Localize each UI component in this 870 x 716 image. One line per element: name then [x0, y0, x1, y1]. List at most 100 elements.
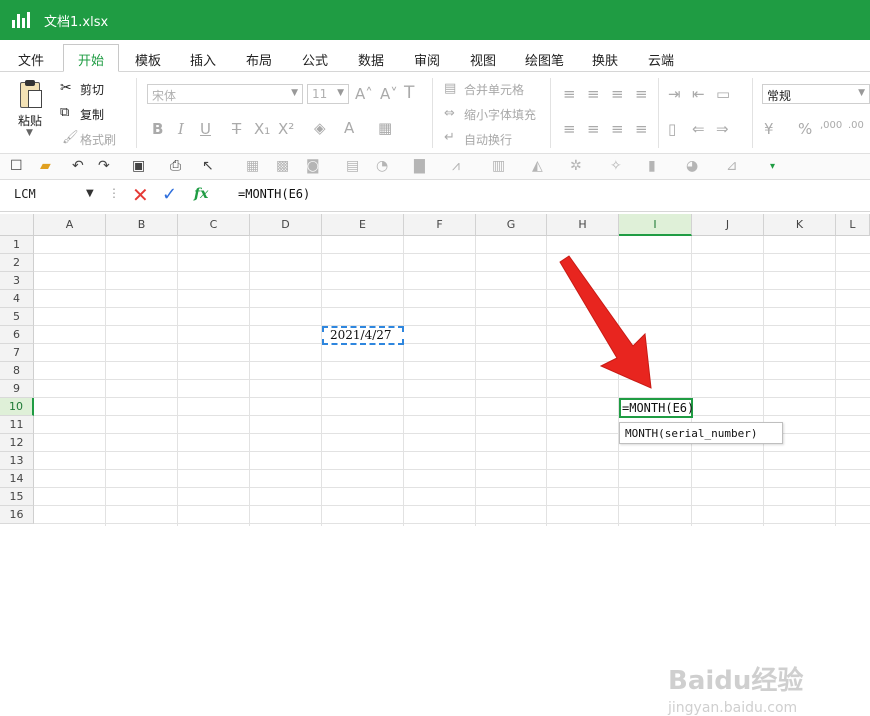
- align-left-icon[interactable]: ≡: [563, 120, 576, 138]
- undo-icon[interactable]: ↶: [72, 158, 84, 174]
- shapes-icon[interactable]: ◔: [376, 158, 388, 174]
- screenshot-icon[interactable]: ◙: [306, 158, 320, 174]
- indent-icon[interactable]: ⇥: [668, 85, 681, 103]
- decrease-font-icon[interactable]: A˅: [380, 85, 398, 103]
- print-icon[interactable]: ⎙: [170, 158, 181, 174]
- confirm-icon[interactable]: ✓: [162, 184, 177, 205]
- chevron-down-icon[interactable]: ▼: [86, 188, 94, 199]
- cell-e6-date[interactable]: 2021/4/27: [322, 326, 404, 345]
- radar-chart-icon[interactable]: ✧: [610, 158, 622, 174]
- percent-icon[interactable]: %: [798, 120, 812, 138]
- superscript-icon[interactable]: X²: [278, 120, 294, 138]
- menu-file[interactable]: 文件: [18, 50, 44, 69]
- textbox-icon[interactable]: ▤: [346, 158, 359, 174]
- redo-icon[interactable]: ↷: [98, 158, 110, 174]
- decrease-indent-icon[interactable]: ⇐: [692, 120, 705, 138]
- column-header-c[interactable]: C: [178, 214, 250, 236]
- stock-chart-icon[interactable]: ▮: [648, 158, 656, 174]
- menu-skin[interactable]: 换肤: [592, 50, 618, 69]
- increase-indent-icon[interactable]: ⇒: [716, 120, 729, 138]
- row-header-2[interactable]: 2: [0, 254, 34, 272]
- row-header-1[interactable]: 1: [0, 236, 34, 254]
- column-header-e[interactable]: E: [322, 214, 404, 236]
- italic-icon[interactable]: I: [178, 120, 184, 138]
- column-header-a[interactable]: A: [34, 214, 106, 236]
- shrink-to-fit-button[interactable]: 缩小字体填充: [464, 106, 536, 123]
- row-header-4[interactable]: 4: [0, 290, 34, 308]
- select-all-corner[interactable]: [0, 214, 34, 236]
- align-justify-icon[interactable]: ≡: [635, 85, 648, 103]
- row-header-5[interactable]: 5: [0, 308, 34, 326]
- formula-input[interactable]: =MONTH(E6): [238, 187, 310, 201]
- picture-icon[interactable]: ▩: [276, 158, 289, 174]
- text-direction-icon[interactable]: ▯: [668, 120, 676, 138]
- align-center-icon[interactable]: ≡: [587, 120, 600, 138]
- row-header-8[interactable]: 8: [0, 362, 34, 380]
- row-header-13[interactable]: 13: [0, 452, 34, 470]
- paste-button[interactable]: 粘贴: [18, 112, 42, 129]
- increase-font-icon[interactable]: A˄: [355, 85, 373, 103]
- paste-dropdown-icon[interactable]: ▼: [26, 128, 33, 138]
- clear-format-icon[interactable]: T: [404, 83, 414, 103]
- cancel-icon[interactable]: ✕: [132, 183, 149, 207]
- thousands-separator-icon[interactable]: ,000: [820, 120, 842, 131]
- menu-draw[interactable]: 绘图笔: [525, 50, 564, 69]
- column-chart-icon[interactable]: ▥: [492, 158, 505, 174]
- align-bottom-icon[interactable]: ≡: [611, 85, 624, 103]
- row-header-16[interactable]: 16: [0, 506, 34, 524]
- row-header-7[interactable]: 7: [0, 344, 34, 362]
- copy-button[interactable]: 复制: [80, 106, 104, 123]
- row-header-3[interactable]: 3: [0, 272, 34, 290]
- font-name-select[interactable]: 宋体 ▼: [147, 84, 303, 104]
- column-header-f[interactable]: F: [404, 214, 476, 236]
- column-header-l[interactable]: L: [836, 214, 870, 236]
- column-header-h[interactable]: H: [547, 214, 619, 236]
- column-header-j[interactable]: J: [692, 214, 764, 236]
- currency-icon[interactable]: ¥: [764, 120, 774, 138]
- decimal-icon[interactable]: .00: [848, 120, 864, 131]
- strikethrough-icon[interactable]: T: [232, 120, 241, 138]
- row-header-6[interactable]: 6: [0, 326, 34, 344]
- distributed-icon[interactable]: ≡: [635, 120, 648, 138]
- subscript-icon[interactable]: X₁: [254, 120, 270, 138]
- align-middle-icon[interactable]: ≡: [587, 85, 600, 103]
- menu-template[interactable]: 模板: [135, 50, 161, 69]
- row-header-10[interactable]: 10: [0, 398, 34, 416]
- align-right-icon[interactable]: ≡: [611, 120, 624, 138]
- area-chart-icon[interactable]: ◭: [532, 158, 543, 174]
- row-header-11[interactable]: 11: [0, 416, 34, 434]
- menu-layout[interactable]: 布局: [246, 50, 272, 69]
- column-header-d[interactable]: D: [250, 214, 322, 236]
- cut-button[interactable]: 剪切: [80, 81, 104, 98]
- menu-formula[interactable]: 公式: [302, 50, 328, 69]
- menu-review[interactable]: 审阅: [414, 50, 440, 69]
- menu-data[interactable]: 数据: [358, 50, 384, 69]
- font-size-select[interactable]: 11 ▼: [307, 84, 349, 104]
- orientation-icon[interactable]: ▭: [716, 85, 730, 103]
- underline-icon[interactable]: U: [200, 120, 211, 138]
- line-chart-icon[interactable]: ⩘: [452, 158, 460, 174]
- pie-chart-icon[interactable]: ◕: [686, 158, 698, 174]
- spreadsheet-grid[interactable]: ABCDEFGHIJKL 1 2 3 4 5 6 7 8 9 10 11 12 13 14 15 16 202…: [0, 214, 870, 716]
- more-tools-icon[interactable]: ▾: [770, 161, 775, 172]
- menu-home[interactable]: 开始: [63, 44, 120, 72]
- border-icon[interactable]: ▦: [378, 119, 392, 137]
- new-file-icon[interactable]: ☐: [10, 158, 23, 174]
- select-pointer-icon[interactable]: ↖: [202, 158, 214, 174]
- row-header-14[interactable]: 14: [0, 470, 34, 488]
- bar-chart-icon[interactable]: ▇: [414, 158, 425, 174]
- merge-cells-button[interactable]: 合并单元格: [464, 81, 524, 98]
- save-icon[interactable]: ▣: [132, 158, 145, 174]
- number-format-select[interactable]: 常规 ▼: [762, 84, 870, 104]
- menu-cloud[interactable]: 云端: [648, 50, 674, 69]
- row-header-12[interactable]: 12: [0, 434, 34, 452]
- table-icon[interactable]: ▦: [246, 158, 259, 174]
- row-header-15[interactable]: 15: [0, 488, 34, 506]
- menu-view[interactable]: 视图: [470, 50, 496, 69]
- format-painter-button[interactable]: 格式刷: [80, 131, 116, 148]
- column-header-i[interactable]: I: [619, 214, 692, 236]
- column-header-g[interactable]: G: [476, 214, 547, 236]
- combo-chart-icon[interactable]: ⊿: [726, 158, 738, 174]
- cell-i10-active[interactable]: =MONTH(E6): [619, 398, 694, 418]
- bold-icon[interactable]: B: [152, 120, 163, 138]
